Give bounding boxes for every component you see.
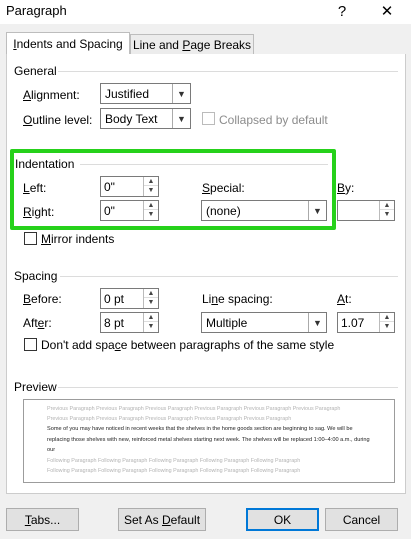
alignment-label: Alignment: xyxy=(23,88,80,102)
spin-down-icon[interactable]: ▼ xyxy=(144,322,158,331)
dont-add-space-label: Don't add space between paragraphs of th… xyxy=(41,338,335,352)
preview-following-line: Following Paragraph Following Paragraph … xyxy=(47,457,301,464)
tab-label: Line and Page Breaks xyxy=(132,38,252,52)
spin-down-icon[interactable]: ▼ xyxy=(144,186,158,195)
spin-down-icon[interactable]: ▼ xyxy=(144,298,158,307)
outline-level-label: Outline level: xyxy=(23,113,93,127)
spacing-after-input[interactable]: 8 pt ▲ ▼ xyxy=(100,312,159,333)
paragraph-preview: Previous Paragraph Previous Paragraph Pr… xyxy=(23,399,395,483)
tab-label: Indents and Spacing xyxy=(13,36,123,51)
before-label: Before: xyxy=(23,292,62,306)
right-indent-value: 0" xyxy=(104,203,115,218)
spacing-before-value: 0 pt xyxy=(104,291,125,306)
right-indent-label: Right: xyxy=(23,205,55,219)
spin-up-icon[interactable]: ▲ xyxy=(380,201,394,210)
by-label: By: xyxy=(337,181,355,195)
general-section-title: General xyxy=(14,64,57,78)
alignment-value: Justified xyxy=(105,86,150,101)
close-icon: ✕ xyxy=(380,3,394,20)
preview-previous-line: Previous Paragraph Previous Paragraph Pr… xyxy=(47,406,341,412)
spacing-after-value: 8 pt xyxy=(104,315,125,330)
preview-section-title: Preview xyxy=(14,380,57,394)
special-label: Special: xyxy=(202,181,245,195)
left-indent-input[interactable]: 0" ▲ ▼ xyxy=(100,176,159,197)
tab-line-and-page-breaks[interactable]: Line and Page Breaks xyxy=(130,34,254,56)
spacing-before-spinner[interactable]: ▲ ▼ xyxy=(143,289,158,308)
left-indent-label: Left: xyxy=(23,181,47,195)
collapsed-by-default-checkbox[interactable] xyxy=(202,112,215,125)
alignment-select[interactable]: Justified ▼ xyxy=(100,83,191,104)
line-spacing-value: Multiple xyxy=(206,315,248,330)
section-divider xyxy=(60,276,398,277)
chevron-down-icon: ▼ xyxy=(172,84,190,103)
spin-up-icon[interactable]: ▲ xyxy=(144,177,158,186)
section-divider xyxy=(58,387,398,388)
by-spinner[interactable]: ▲ ▼ xyxy=(379,201,394,220)
mirror-indents-checkbox[interactable] xyxy=(24,232,37,245)
line-spacing-select[interactable]: Multiple ▼ xyxy=(201,312,327,333)
spin-down-icon[interactable]: ▼ xyxy=(144,210,158,219)
spin-up-icon[interactable]: ▲ xyxy=(380,313,394,322)
spin-up-icon[interactable]: ▲ xyxy=(144,201,158,210)
dont-add-space-checkbox[interactable] xyxy=(24,338,37,351)
right-indent-input[interactable]: 0" ▲ ▼ xyxy=(100,200,159,221)
tab-indents-and-spacing[interactable]: Indents and Spacing xyxy=(6,32,130,55)
after-label: After: xyxy=(23,316,52,330)
at-value: 1.07 xyxy=(341,315,365,330)
spacing-section-title: Spacing xyxy=(14,269,58,283)
set-as-default-button[interactable]: Set As Default xyxy=(118,508,206,531)
special-select[interactable]: (none) ▼ xyxy=(201,200,327,221)
close-button[interactable]: ✕ xyxy=(372,0,402,22)
tabs-button-label: Tabs... xyxy=(24,512,61,527)
spacing-before-input[interactable]: 0 pt ▲ ▼ xyxy=(100,288,159,309)
left-indent-value: 0" xyxy=(104,179,115,194)
collapsed-by-default-label: Collapsed by default xyxy=(219,113,328,127)
set-as-default-label: Set As Default xyxy=(123,512,201,527)
preview-sample-text: Some of you may have noticed in recent w… xyxy=(47,426,370,453)
special-value: (none) xyxy=(206,203,241,218)
spacing-after-spinner[interactable]: ▲ ▼ xyxy=(143,313,158,332)
by-input[interactable]: ▲ ▼ xyxy=(337,200,395,221)
preview-previous-line: Previous Paragraph Previous Paragraph Pr… xyxy=(47,416,292,422)
chevron-down-icon: ▼ xyxy=(308,313,326,332)
spin-up-icon[interactable]: ▲ xyxy=(144,289,158,298)
tabs-button[interactable]: Tabs... xyxy=(6,508,79,531)
ok-button[interactable]: OK xyxy=(246,508,319,531)
right-indent-spinner[interactable]: ▲ ▼ xyxy=(143,201,158,220)
spin-down-icon[interactable]: ▼ xyxy=(380,322,394,331)
chevron-down-icon: ▼ xyxy=(172,109,190,128)
mirror-indents-label: Mirror indents xyxy=(41,232,115,246)
left-indent-spinner[interactable]: ▲ ▼ xyxy=(143,177,158,196)
indentation-section-title: Indentation xyxy=(15,157,75,171)
section-divider xyxy=(80,164,328,165)
section-divider xyxy=(58,71,398,72)
line-spacing-label: Line spacing: xyxy=(202,292,273,306)
chevron-down-icon: ▼ xyxy=(308,201,326,220)
outline-level-select[interactable]: Body Text ▼ xyxy=(100,108,191,129)
at-input[interactable]: 1.07 ▲ ▼ xyxy=(337,312,395,333)
at-label: At: xyxy=(337,292,352,306)
outline-level-value: Body Text xyxy=(105,111,158,126)
ok-label: OK xyxy=(273,512,292,527)
preview-following-line: Following Paragraph Following Paragraph … xyxy=(47,467,301,474)
at-spinner[interactable]: ▲ ▼ xyxy=(379,313,394,332)
spin-up-icon[interactable]: ▲ xyxy=(144,313,158,322)
cancel-label: Cancel xyxy=(342,512,381,527)
help-button[interactable]: ? xyxy=(327,0,357,22)
dialog-title: Paragraph xyxy=(6,3,67,18)
spin-down-icon[interactable]: ▼ xyxy=(380,210,394,219)
cancel-button[interactable]: Cancel xyxy=(325,508,398,531)
